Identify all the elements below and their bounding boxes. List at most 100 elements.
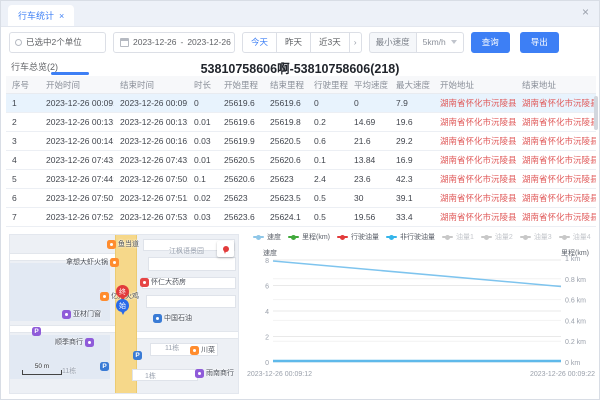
table-row[interactable]: 7 2023-12-26 07:52:00 2023-12-26 07:53:3… (6, 208, 596, 227)
cell-start-address[interactable]: 湖南省怀化市沅陵县沅... (434, 154, 516, 166)
legend-item-driving-fuel[interactable]: 行驶油量 (337, 232, 379, 242)
col-start-address: 开始地址 (434, 79, 516, 91)
legend-item-fuel3[interactable]: 油量3 (520, 232, 552, 242)
table-row[interactable]: 5 2023-12-26 07:44:03 2023-12-26 07:50:0… (6, 170, 596, 189)
tab-close-icon[interactable]: × (59, 11, 64, 21)
cell-end-address[interactable]: 湖南省怀化市沅陵县沅... (516, 154, 596, 166)
x-axis-end-label: 2023-12-26 00:09:22 (530, 371, 595, 378)
cell-end-address[interactable]: 湖南省怀化市沅陵县沅... (516, 192, 596, 204)
quick-range-last3days-button[interactable]: 近3天 (310, 32, 350, 53)
map-poi[interactable]: 怀仁大药房 (140, 277, 186, 287)
cell-start-mileage: 25623.6 (218, 212, 264, 222)
quick-range-yesterday-button[interactable]: 昨天 (276, 32, 311, 53)
cell-start-address[interactable]: 湖南省怀化市沅陵县沅... (434, 192, 516, 204)
table-scrollbar[interactable] (594, 96, 598, 130)
cell-start-address[interactable]: 湖南省怀化市沅陵县沅... (434, 116, 516, 128)
cell-start-address[interactable]: 湖南省怀化市沅陵县沅... (434, 173, 516, 185)
cell-end-mileage: 25619.8 (264, 117, 308, 127)
table-row[interactable]: 1 2023-12-26 00:09:12 2023-12-26 00:09:2… (6, 94, 596, 113)
x-axis-start-label: 2023-12-26 00:09:12 (247, 371, 312, 378)
cell-end-address[interactable]: 湖南省怀化市沅陵县沅... (516, 97, 596, 109)
map-marker-control-button[interactable] (217, 241, 234, 257)
cell-end-mileage: 25623.5 (264, 193, 308, 203)
cell-start-address[interactable]: 湖南省怀化市沅陵县沅... (434, 211, 516, 223)
legend-label: 油量1 (456, 232, 474, 242)
col-duration: 时长 (188, 79, 218, 91)
calendar-icon (120, 38, 129, 47)
quick-range-expand-button[interactable]: › (349, 32, 362, 53)
cell-max-speed: 39.1 (390, 193, 434, 203)
chart-gridlines (273, 260, 561, 362)
map-poi[interactable]: 亚材门窗 (62, 309, 101, 319)
date-separator: - (180, 37, 183, 47)
legend-label: 里程(km) (302, 232, 330, 242)
legend-item-speed[interactable]: 速度 (253, 232, 281, 242)
quick-range-today-button[interactable]: 今天 (242, 32, 277, 53)
legend-item-mileage[interactable]: 里程(km) (288, 232, 330, 242)
poi-marker-icon (110, 258, 119, 267)
map-poi[interactable]: 拿想大虾火锅 (66, 257, 119, 267)
cell-end-address[interactable]: 湖南省怀化市沅陵县沅... (516, 211, 596, 223)
cell-avg-speed: 14.69 (348, 117, 390, 127)
map-poi[interactable]: 顺季商行 (55, 337, 94, 347)
legend-item-fuel4[interactable]: 油量4 (559, 232, 591, 242)
map-poi[interactable]: 鱼当道 (107, 239, 139, 249)
cell-max-speed: 19.6 (390, 117, 434, 127)
col-max-speed: 最大速度 (390, 79, 434, 91)
right-tick: 0.4 km (565, 318, 586, 325)
sub-header: 行车总览(2) 53810758606啊-53810758606(218) (1, 57, 599, 76)
map-poi[interactable]: 川菜 (190, 345, 215, 355)
parking-icon[interactable]: P (133, 351, 142, 360)
cell-end-time: 2023-12-26 00:16:18 (114, 136, 188, 146)
date-range-picker[interactable]: 2023-12-26 - 2023-12-26 (113, 32, 235, 53)
cell-start-time: 2023-12-26 07:52:00 (40, 212, 114, 222)
cell-end-time: 2023-12-26 00:09:25 (114, 98, 188, 108)
map-poi[interactable]: 中国石油 (153, 313, 192, 323)
tab-bar: 行车统计 × × (1, 1, 599, 27)
cell-start-mileage: 25619.9 (218, 136, 264, 146)
trip-start-pin[interactable]: 始 (116, 299, 129, 312)
legend-line-marker-icon (520, 236, 531, 238)
cell-duration: 0.01 (188, 117, 218, 127)
map-building (148, 257, 236, 271)
legend-line-marker-icon (253, 236, 264, 238)
trip-chart-panel: 速度 里程(km) 行驶油量 非行驶油量 油量1 油量2 (245, 230, 597, 396)
legend-item-nondriving-fuel[interactable]: 非行驶油量 (386, 232, 435, 242)
legend-label: 油量3 (534, 232, 552, 242)
unit-selector[interactable]: 已选中2个单位 (9, 32, 106, 53)
legend-item-fuel1[interactable]: 油量1 (442, 232, 474, 242)
map-marker-icon (223, 246, 229, 252)
table-row[interactable]: 2 2023-12-26 00:13:02 2023-12-26 00:13:5… (6, 113, 596, 132)
table-row[interactable]: 4 2023-12-26 07:43:22 2023-12-26 07:43:4… (6, 151, 596, 170)
cell-no: 1 (6, 98, 40, 108)
cell-avg-speed: 0 (348, 98, 390, 108)
cell-start-address[interactable]: 湖南省怀化市沅陵县沅... (434, 135, 516, 147)
export-button[interactable]: 导出 (520, 32, 559, 53)
cell-end-address[interactable]: 湖南省怀化市沅陵县沅... (516, 135, 596, 147)
parking-icon[interactable]: P (100, 362, 109, 371)
tab-driving-statistics[interactable]: 行车统计 × (8, 5, 74, 26)
legend-label: 非行驶油量 (400, 232, 435, 242)
map[interactable]: 江枫语景园 11栋 11栋 1栋 鱼当道 拿想大虾火锅 怀仁大药房 亿柴火鸡 亚… (9, 234, 239, 394)
cell-start-address[interactable]: 湖南省怀化市沅陵县沅... (434, 97, 516, 109)
poi-label: 怀仁大药房 (151, 277, 186, 287)
legend-label: 油量4 (573, 232, 591, 242)
legend-item-fuel2[interactable]: 油量2 (481, 232, 513, 242)
cell-end-address[interactable]: 湖南省怀化市沅陵县沅... (516, 173, 596, 185)
cell-end-address[interactable]: 湖南省怀化市沅陵县沅... (516, 116, 596, 128)
poi-label: 雨南商行 (206, 368, 234, 378)
cell-no: 3 (6, 136, 40, 146)
map-building (132, 369, 198, 381)
parking-icon[interactable]: P (32, 327, 41, 336)
left-tick: 2 (265, 335, 269, 342)
legend-line-marker-icon (559, 236, 570, 238)
panel-close-icon[interactable]: × (582, 6, 589, 18)
min-speed-select[interactable]: 5km/h (416, 32, 464, 53)
trip-end-pin[interactable]: 终 (116, 285, 129, 298)
table-row[interactable]: 6 2023-12-26 07:50:30 2023-12-26 07:51:3… (6, 189, 596, 208)
end-pin-label: 终 (119, 287, 126, 297)
table-row[interactable]: 3 2023-12-26 00:14:38 2023-12-26 00:16:1… (6, 132, 596, 151)
map-poi[interactable]: 雨南商行 (195, 368, 234, 378)
cell-duration: 0.1 (188, 174, 218, 184)
query-button[interactable]: 查询 (471, 32, 510, 53)
